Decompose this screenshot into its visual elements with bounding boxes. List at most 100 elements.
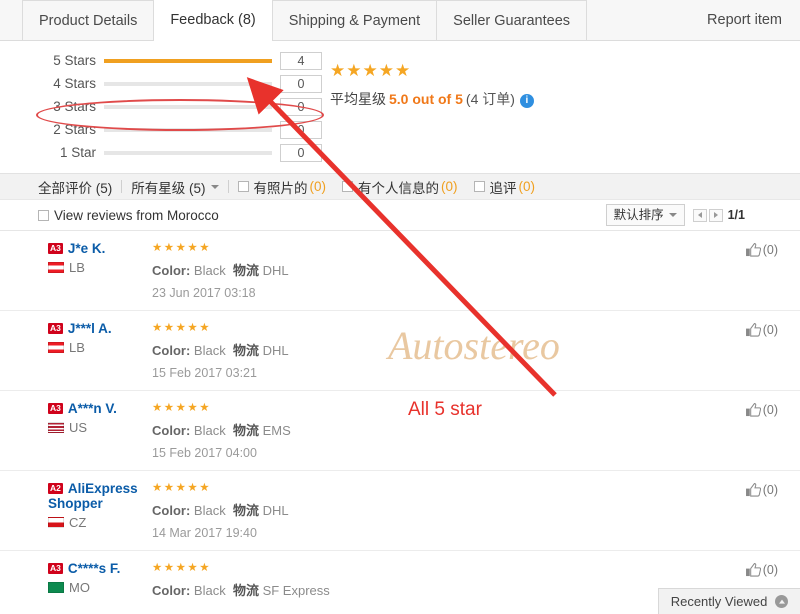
filter-with-photos[interactable]: 有照片的 (0) xyxy=(237,177,327,197)
review-attr-key: Color: xyxy=(152,423,191,438)
rating-row-5[interactable]: 5 Stars 4 xyxy=(42,51,322,70)
chevron-up-icon[interactable] xyxy=(775,595,789,608)
average-score-value: 5.0 out of 5 xyxy=(389,91,463,107)
sort-dropdown-label: 默认排序 xyxy=(613,208,664,222)
review-helpful-button[interactable]: (0) xyxy=(745,483,778,497)
review-stars-icon: ★★★★★ xyxy=(152,322,212,334)
rating-count-4: 0 xyxy=(280,74,322,93)
info-icon[interactable]: i xyxy=(519,94,534,108)
review-row: A2 AliExpress Shopper CZ ★★★★★ Color: Bl… xyxy=(0,471,800,551)
reviewer-country: LB xyxy=(48,260,148,275)
review-date: 15 Feb 2017 03:21 xyxy=(152,366,257,380)
reviewer-name[interactable]: J***l A. xyxy=(68,321,112,336)
review-attributes: Color: Black 物流 DHL xyxy=(152,500,289,519)
filter-with-personal-info[interactable]: 有个人信息的 (0) xyxy=(342,177,458,197)
tab-bar: Product Details Feedback (8) Shipping & … xyxy=(0,0,800,41)
tab-product-details[interactable]: Product Details xyxy=(22,0,155,40)
rating-label-3: 3 Stars xyxy=(53,99,96,114)
checkbox-with-photos[interactable] xyxy=(237,181,249,192)
review-attr-value: Black xyxy=(193,503,226,518)
rating-label-4: 4 Stars xyxy=(53,76,96,91)
rating-row-4[interactable]: 4 Stars 0 xyxy=(42,74,322,93)
reviewer-name[interactable]: A***n V. xyxy=(68,401,117,416)
flag-icon-cz xyxy=(48,517,64,528)
chevron-down-icon xyxy=(210,184,219,189)
reviewer-info: A3 C****s F. MO xyxy=(48,561,148,595)
rating-track-1 xyxy=(104,150,272,155)
rating-track-2 xyxy=(104,127,272,132)
filter-divider xyxy=(121,180,123,193)
pagination-prev-button[interactable] xyxy=(692,208,707,222)
tab-bar-spacer xyxy=(586,39,707,40)
sort-dropdown[interactable]: 默认排序 xyxy=(605,204,685,226)
review-stars-icon: ★★★★★ xyxy=(152,402,212,414)
flag-icon-us xyxy=(48,422,64,433)
reviewer-info: A3 J***l A. LB xyxy=(48,321,148,355)
rating-label-5: 5 Stars xyxy=(53,53,96,68)
review-logistics-value: DHL xyxy=(262,503,289,518)
thumbs-up-icon xyxy=(745,563,761,577)
reviewer-name-second-line[interactable]: Shopper xyxy=(48,496,103,511)
checkbox-followup[interactable] xyxy=(473,181,485,192)
review-helpful-button[interactable]: (0) xyxy=(745,403,778,417)
rating-track-5 xyxy=(104,58,272,63)
checkbox-with-personal-info[interactable] xyxy=(342,181,353,192)
reviewer-name-line: A2 AliExpress Shopper xyxy=(48,481,148,511)
reviewer-country: CZ xyxy=(48,515,148,530)
filter-region[interactable]: View reviews from Morocco xyxy=(38,208,219,223)
pagination-next-button[interactable] xyxy=(708,208,723,222)
reviewer-name[interactable]: C****s F. xyxy=(68,561,121,576)
buyer-level-badge: A3 xyxy=(48,563,63,574)
rating-count-2: 0 xyxy=(280,120,322,139)
reviewer-name[interactable]: AliExpress xyxy=(68,481,138,496)
filter-all-stars[interactable]: 所有星级 (5) xyxy=(131,177,219,197)
review-helpful-button[interactable]: (0) xyxy=(745,563,778,577)
checkbox-region[interactable] xyxy=(38,209,49,221)
review-attr-key: Color: xyxy=(152,343,191,358)
tab-feedback[interactable]: Feedback (8) xyxy=(153,0,273,41)
flag-icon-mo xyxy=(48,582,64,593)
review-stars-icon: ★★★★★ xyxy=(152,482,212,494)
country-code: CZ xyxy=(69,515,87,530)
review-attr-value: Black xyxy=(193,583,226,598)
review-attr-key: Color: xyxy=(152,503,191,518)
review-helpful-count: (0) xyxy=(762,483,778,497)
average-prefix-label: 平均星级 xyxy=(330,91,386,107)
filter-followup[interactable]: 追评 (0) xyxy=(473,177,535,197)
region-and-sort-row: View reviews from Morocco 默认排序 1/1 xyxy=(0,200,800,231)
average-orders-count: (4 订单) xyxy=(465,91,515,107)
filter-all-reviews[interactable]: 全部评价 (5) xyxy=(38,177,112,197)
filter-with-photos-label: 有照片的 xyxy=(253,180,308,196)
tab-seller-guarantees[interactable]: Seller Guarantees xyxy=(436,0,588,40)
reviewer-name-line: A3 C****s F. xyxy=(48,561,148,576)
review-logistics-key: 物流 xyxy=(232,263,259,278)
filter-region-label: View reviews from Morocco xyxy=(54,207,219,223)
buyer-level-badge: A3 xyxy=(48,323,63,334)
review-helpful-button[interactable]: (0) xyxy=(745,323,778,337)
flag-icon-lb xyxy=(48,342,64,353)
filter-with-photos-count: (0) xyxy=(309,179,327,194)
tab-shipping-payment[interactable]: Shipping & Payment xyxy=(271,0,438,40)
pagination: 1/1 xyxy=(692,208,745,222)
rating-track-4 xyxy=(104,81,272,86)
rating-label-1: 1 Star xyxy=(59,145,96,160)
sort-and-pagination: 默认排序 1/1 xyxy=(605,204,745,226)
pagination-page-label: 1/1 xyxy=(727,208,745,222)
report-item-link[interactable]: Report item xyxy=(707,0,800,40)
review-attr-key: Color: xyxy=(152,583,191,598)
recently-viewed-panel[interactable]: Recently Viewed xyxy=(658,588,800,614)
rating-count-3: 0 xyxy=(280,97,322,116)
review-logistics-key: 物流 xyxy=(232,583,259,598)
buyer-level-badge: A3 xyxy=(48,403,63,414)
reviewer-name[interactable]: J*e K. xyxy=(68,241,106,256)
review-helpful-button[interactable]: (0) xyxy=(745,243,778,257)
filter-with-personal-info-count: (0) xyxy=(441,179,458,194)
review-row: A3 A***n V. US ★★★★★ Color: Black 物流 EMS… xyxy=(0,391,800,471)
reviewer-info: A3 A***n V. US xyxy=(48,401,148,435)
review-row: A3 J***l A. LB ★★★★★ Color: Black 物流 DHL… xyxy=(0,311,800,391)
rating-row-2[interactable]: 2 Stars 0 xyxy=(42,120,322,139)
country-code: MO xyxy=(69,580,90,595)
rating-row-1[interactable]: 1 Star 0 xyxy=(42,143,322,162)
review-logistics-key: 物流 xyxy=(232,423,259,438)
rating-row-3[interactable]: 3 Stars 0 xyxy=(42,97,322,116)
